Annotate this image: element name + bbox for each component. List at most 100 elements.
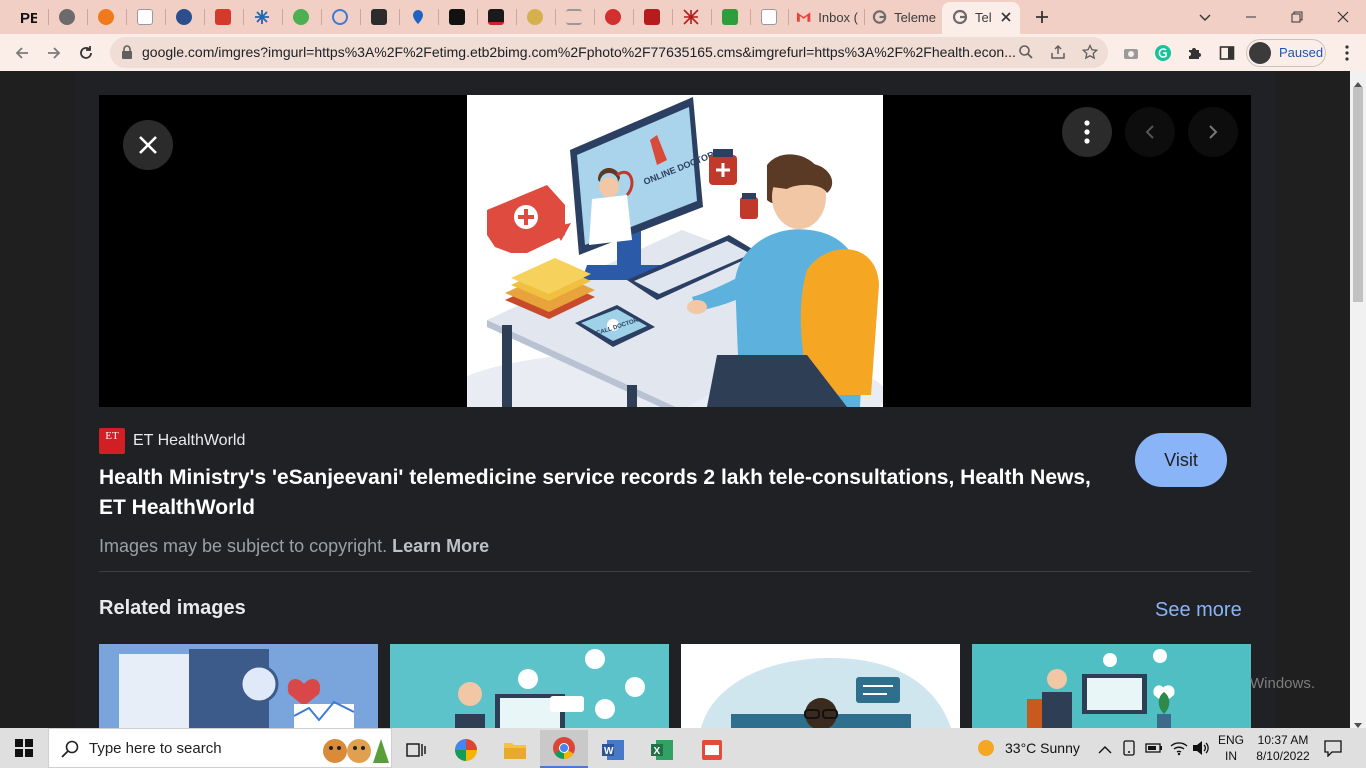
image-source[interactable]: ET ET HealthWorld [99, 428, 245, 454]
show-hidden-icons-chevron-icon[interactable] [1098, 742, 1112, 760]
bookmark-star-icon[interactable] [1081, 43, 1099, 65]
task-view-icon[interactable] [392, 732, 440, 768]
close-tab-icon[interactable] [998, 9, 1014, 25]
tab-active-label: Tel [975, 9, 992, 25]
file-explorer-icon[interactable] [491, 732, 539, 768]
address-bar[interactable]: google.com/imgres?imgurl=https%3A%2F%2Fe… [110, 37, 1108, 68]
more-vert-icon [1084, 120, 1090, 144]
svg-text:W: W [604, 746, 614, 757]
tab-search-chevron-icon[interactable] [1182, 0, 1228, 34]
language-indicator[interactable]: ENG IN [1216, 733, 1246, 763]
dark-app-icon[interactable] [485, 6, 507, 28]
red-w-icon[interactable] [212, 6, 234, 28]
snowflake-icon[interactable] [251, 6, 273, 28]
news-site-icon-2[interactable] [758, 6, 780, 28]
image-preview-area: ONLINE DOCTOR CALL DOCTOR [99, 95, 1251, 407]
gray-lines-icon[interactable] [563, 6, 585, 28]
search-highlight-bears-icon [321, 733, 391, 768]
profile-chip[interactable]: Paused [1246, 39, 1326, 67]
clock-date: 8/10/2022 [1256, 749, 1310, 763]
close-window-icon[interactable] [1320, 0, 1366, 34]
battery-icon[interactable] [1145, 741, 1163, 759]
notifications-icon[interactable] [1324, 739, 1342, 762]
svg-text:X: X [654, 746, 661, 757]
visit-button[interactable]: Visit [1135, 433, 1227, 487]
pb-logo-icon[interactable]: PB [17, 6, 39, 28]
grammarly-icon[interactable] [1148, 38, 1178, 68]
google-icon [872, 10, 887, 24]
extensions-puzzle-icon[interactable] [1180, 38, 1210, 68]
close-preview-button[interactable] [123, 120, 173, 170]
see-more-link[interactable]: See more [1155, 599, 1242, 622]
camera-icon[interactable] [1116, 38, 1146, 68]
mm-icon[interactable] [446, 6, 468, 28]
news-site-icon[interactable] [134, 6, 156, 28]
minimize-icon[interactable] [1228, 0, 1274, 34]
acrobat-icon[interactable] [687, 732, 735, 768]
new-tab-icon[interactable] [1030, 5, 1054, 29]
region-code: IN [1225, 749, 1237, 763]
related-image-thumbnail[interactable] [99, 644, 378, 728]
tab-gmail[interactable]: Inbox ( [796, 0, 858, 34]
more-menu-icon[interactable] [1332, 38, 1362, 68]
blue-circle-icon[interactable] [329, 6, 351, 28]
copyright-notice: Images may be subject to copyright. Lear… [99, 536, 489, 557]
image-title[interactable]: Health Ministry's 'eSanjeevani' telemedi… [99, 463, 1119, 523]
tab-google-telemedicine[interactable]: Teleme [872, 0, 936, 34]
avatar [1249, 42, 1271, 64]
scrollbar-thumb[interactable] [1353, 87, 1363, 302]
close-icon [139, 136, 157, 154]
red-pattern-icon[interactable] [680, 6, 702, 28]
next-image-button[interactable] [1188, 107, 1238, 157]
green-leaf-icon[interactable] [719, 6, 741, 28]
source-name[interactable]: ET HealthWorld [133, 432, 245, 450]
back-icon[interactable] [7, 38, 37, 68]
related-image-thumbnail[interactable] [390, 644, 669, 728]
url-text[interactable]: google.com/imgres?imgurl=https%3A%2F%2Fe… [142, 37, 1022, 68]
forward-icon[interactable] [39, 38, 69, 68]
tab-active[interactable]: Tel [942, 2, 1020, 34]
browser-toolbar: google.com/imgres?imgurl=https%3A%2F%2Fe… [0, 34, 1366, 71]
page-scrollbar[interactable] [1350, 71, 1366, 728]
taskbar: Type here to search W X 33°C Sunny ENG I… [0, 728, 1366, 768]
wifi-icon[interactable] [1170, 740, 1188, 761]
chevron-right-icon [1209, 125, 1218, 139]
yellow-circle-icon[interactable] [524, 6, 546, 28]
side-panel-icon[interactable] [1212, 38, 1242, 68]
learn-more-link[interactable]: Learn More [392, 536, 489, 556]
red-screen-icon[interactable] [641, 6, 663, 28]
clock[interactable]: 10:37 AM 8/10/2022 [1250, 733, 1316, 763]
photos-app-icon[interactable] [442, 732, 490, 768]
weather-sun-icon[interactable] [977, 739, 995, 762]
telemedicine-illustration[interactable]: ONLINE DOCTOR CALL DOCTOR [467, 95, 883, 407]
related-image-thumbnail[interactable] [681, 644, 960, 728]
lock-icon[interactable] [121, 45, 133, 64]
taskbar-search[interactable]: Type here to search [48, 728, 392, 768]
word-icon[interactable]: W [589, 732, 637, 768]
blue-swirl-icon[interactable] [173, 6, 195, 28]
windows-start-icon[interactable] [0, 730, 48, 766]
tab-google-label: Teleme [894, 9, 936, 25]
page-content: ONLINE DOCTOR CALL DOCTOR ET ET HealthWo… [0, 71, 1350, 728]
reload-icon[interactable] [71, 38, 101, 68]
tab-strip: PB Inbox ( Teleme Tel [0, 0, 1366, 34]
volume-icon[interactable] [1192, 740, 1210, 761]
excel-icon[interactable]: X [638, 732, 686, 768]
related-image-thumbnail[interactable] [972, 644, 1251, 728]
device-icon[interactable] [1122, 740, 1136, 761]
restore-icon[interactable] [1274, 0, 1320, 34]
tab-gmail-label: Inbox ( [818, 9, 858, 25]
more-options-button[interactable] [1062, 107, 1112, 157]
previous-image-button[interactable] [1125, 107, 1175, 157]
language-code: ENG [1217, 733, 1244, 747]
dark-cube-icon[interactable] [368, 6, 390, 28]
blue-pin-icon[interactable] [407, 6, 429, 28]
chrome-icon[interactable] [540, 730, 588, 768]
orange-circle-icon[interactable] [95, 6, 117, 28]
red-circle-icon[interactable] [602, 6, 624, 28]
weather-text[interactable]: 33°C Sunny [1005, 740, 1080, 756]
share-icon[interactable] [1050, 44, 1066, 65]
gray-circle-icon[interactable] [56, 6, 78, 28]
green-circle-icon[interactable] [290, 6, 312, 28]
zoom-icon[interactable] [1018, 44, 1034, 65]
